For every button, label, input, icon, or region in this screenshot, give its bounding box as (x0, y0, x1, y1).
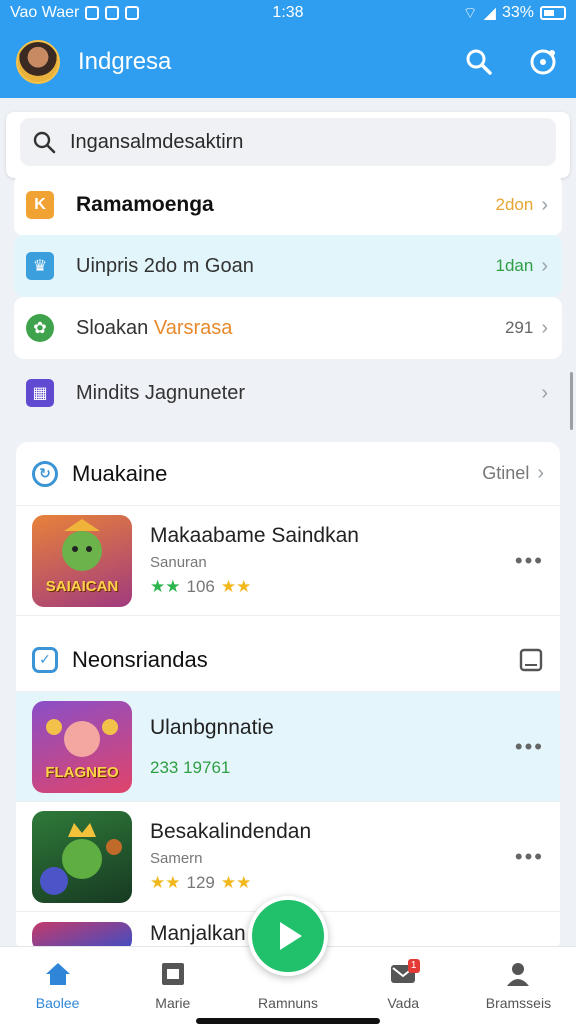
crown-icon: ♛ (26, 252, 54, 280)
chevron-right-icon: › (541, 193, 548, 216)
game-info: Manjalkan (150, 922, 246, 946)
list-item-value: 1dan (495, 256, 534, 275)
star-icon: ★★ (220, 873, 252, 892)
play-icon (280, 922, 302, 950)
nav-item-marie[interactable]: Marie (115, 947, 230, 1024)
nav-item-home[interactable]: Baolee (0, 947, 115, 1024)
home-icon (45, 963, 70, 985)
game-thumbnail: SAIAICAN (32, 514, 132, 607)
goblin-king-icon (40, 822, 122, 895)
game-row[interactable]: SAIAICAN Makaabame Saindkan Sanuran ★★ 1… (16, 506, 560, 616)
search-icon (33, 131, 56, 154)
section-header-new[interactable]: ✓ Neonsriandas (16, 628, 560, 692)
nav-item-profile[interactable]: Bramsseis (461, 947, 576, 1024)
puzzle-icon: ✿ (26, 314, 54, 342)
tablet-icon[interactable] (518, 647, 544, 673)
nav-item-vada[interactable]: 1 Vada (346, 947, 461, 1024)
nav-label: Marie (155, 995, 191, 1011)
game-rating-value: 233 19761 (150, 757, 231, 777)
avatar[interactable] (16, 40, 60, 84)
game-rating-value: 106 (186, 577, 215, 596)
app-header: Indgresa (0, 26, 576, 98)
status-bar: Vao Waer 1:38 ⌔ ◢ 33% (0, 0, 576, 26)
section-header-featured[interactable]: ↻ Muakaine Gtinel › (16, 442, 560, 506)
nav-label: Baolee (35, 995, 80, 1011)
header-actions (462, 45, 560, 79)
list-item-value: 291 (504, 318, 534, 337)
game-info: Ulanbgnnatie 233 19761 (150, 716, 274, 778)
star-icon: ★★ (150, 873, 181, 892)
nav-label: Bramsseis (485, 995, 552, 1011)
section-action[interactable]: Gtinel (482, 463, 529, 484)
notification-badge: 1 (407, 959, 420, 973)
person-icon (507, 963, 530, 986)
featured-icon: ↻ (32, 460, 58, 487)
search-container: Ingansalmdesaktirn (6, 112, 570, 178)
chevron-right-icon: › (541, 316, 548, 339)
scroll-indicator[interactable] (570, 372, 573, 430)
home-indicator[interactable] (196, 1018, 380, 1024)
game-thumbnail-text: FLAGNEO (45, 763, 119, 781)
game-info: Makaabame Saindkan Sanuran ★★ 106 ★★ (150, 524, 359, 597)
check-icon: ✓ (32, 646, 58, 673)
game-subtitle: Sanuran (150, 554, 207, 571)
list-item[interactable]: ♛ Uinpris 2do m Goan 1dan › (14, 235, 562, 297)
controller-icon: ▦ (26, 379, 54, 407)
battery-icon (540, 6, 566, 20)
list-item-label: Mindits Jagnuneter (76, 381, 245, 404)
game-title: Makaabame Saindkan (150, 524, 359, 547)
play-button[interactable] (248, 896, 328, 976)
games-card: ↻ Muakaine Gtinel › SAIAICAN Makaabame S… (16, 442, 560, 952)
star-icon: ★★ (220, 577, 252, 596)
game-rating-value: 129 (186, 873, 215, 892)
ticket-icon: K (26, 191, 54, 219)
list-item[interactable]: ▦ Mindits Jagnuneter › (14, 362, 562, 424)
gear-icon (530, 49, 556, 75)
section-title: Muakaine (72, 460, 168, 486)
list-item-label: Sloakan Varsrasa (76, 317, 232, 340)
list-item-label-text: Sloakan (76, 316, 149, 339)
game-thumbnail (32, 810, 132, 903)
game-row[interactable]: FLAGNEO Ulanbgnnatie 233 19761 ••• (16, 692, 560, 802)
more-options-icon[interactable]: ••• (515, 844, 544, 870)
chevron-right-icon: › (541, 254, 548, 277)
section-title: Neonsriandas (72, 646, 208, 672)
star-icon: ★★ (150, 577, 181, 596)
list-item[interactable]: ✿ Sloakan Varsrasa 291 › (14, 297, 562, 359)
game-info: Besakalindendan Samern ★★ 129 ★★ (150, 820, 311, 893)
chevron-right-icon: › (537, 462, 544, 484)
list-item-value: 2don (495, 195, 534, 214)
nav-label: Ramnuns (258, 995, 318, 1011)
game-title: Manjalkan (150, 922, 246, 945)
search-button[interactable] (462, 45, 496, 79)
list-item-label: Uinpris 2do m Goan (76, 254, 254, 277)
game-title: Besakalindendan (150, 820, 312, 843)
game-title: Ulanbgnnatie (150, 715, 274, 739)
card-icon (161, 963, 184, 985)
list-item[interactable]: K Ramamoenga 2don › (14, 174, 562, 236)
game-rating: 233 19761 (150, 758, 274, 778)
game-thumbnail-text: SAIAICAN (45, 577, 119, 595)
game-thumbnail: FLAGNEO (32, 700, 132, 793)
list-item-highlight: Varsrasa (153, 316, 233, 339)
app-title: Indgresa (78, 48, 172, 75)
search-text: Ingansalmdesaktirn (70, 130, 244, 153)
search-input[interactable]: Ingansalmdesaktirn (20, 118, 556, 166)
more-options-icon[interactable]: ••• (515, 734, 544, 760)
status-time: 1:38 (272, 4, 304, 21)
chevron-right-icon: › (541, 381, 548, 404)
search-icon (466, 49, 492, 75)
list-item-label: Ramamoenga (76, 193, 214, 216)
game-subtitle: Samern (150, 850, 203, 867)
nav-label: Vada (387, 995, 420, 1011)
settings-button[interactable] (526, 45, 560, 79)
game-rating: ★★ 106 ★★ (150, 577, 359, 597)
more-options-icon[interactable]: ••• (515, 548, 544, 574)
game-rating: ★★ 129 ★★ (150, 873, 311, 893)
